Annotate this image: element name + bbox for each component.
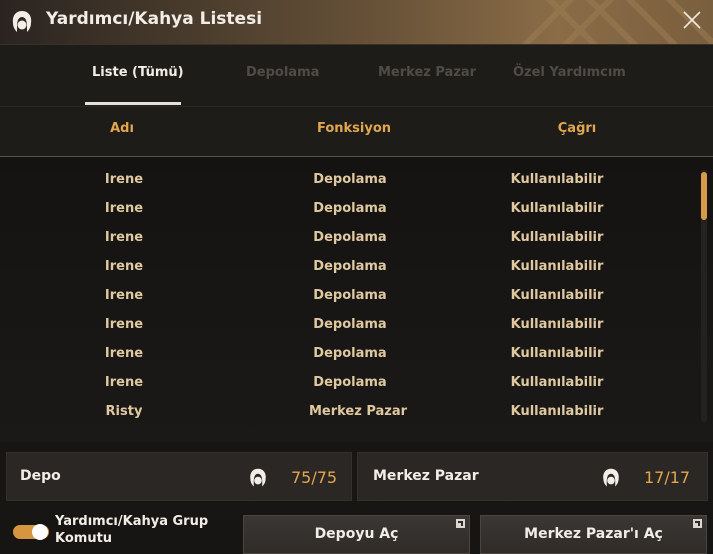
close-icon[interactable] (680, 8, 704, 32)
depo-summary-panel: Depo 75/75 (6, 452, 352, 501)
list-row[interactable]: Irene Depolama Kullanılabilir (0, 195, 695, 224)
maid-icon (250, 468, 266, 487)
row-name: Irene (104, 259, 144, 274)
row-function: Depolama (313, 346, 387, 361)
row-call-status: Kullanılabilir (510, 259, 604, 274)
list-row[interactable]: Risty Merkez Pazar Kullanılabilir (0, 398, 695, 427)
row-name: Irene (104, 172, 144, 187)
row-function: Depolama (313, 201, 387, 216)
depo-used: 75 (291, 468, 312, 487)
row-call-status: Kullanılabilir (510, 172, 604, 187)
open-storage-button[interactable]: Depoyu Aç (243, 515, 470, 554)
maid-icon (603, 468, 619, 487)
tab-my-special-helper[interactable]: Özel Yardımcım (513, 65, 626, 80)
column-function-header: Fonksiyon (316, 121, 392, 136)
tab-storage[interactable]: Depolama (246, 65, 319, 80)
window-title: Yardımcı/Kahya Listesi (46, 9, 263, 29)
depo-total: 75 (316, 468, 338, 487)
scrollbar-thumb[interactable] (701, 172, 707, 220)
market-summary-panel: Merkez Pazar 17/17 (357, 452, 708, 501)
depo-label: Depo (20, 468, 61, 484)
row-call-status: Kullanılabilir (510, 201, 604, 216)
column-name-header: Adı (110, 121, 134, 136)
row-function: Merkez Pazar (308, 404, 408, 419)
column-header: Adı Fonksiyon Çağrı (0, 107, 713, 157)
row-function: Depolama (313, 317, 387, 332)
row-function: Depolama (313, 259, 387, 274)
row-function: Depolama (313, 288, 387, 303)
row-name: Irene (104, 317, 144, 332)
group-command-label: Yardımcı/Kahya Grup Komutu (55, 514, 209, 546)
row-function: Depolama (313, 172, 387, 187)
row-name: Irene (104, 288, 144, 303)
row-name: Irene (104, 375, 144, 390)
maid-list: Irene Depolama Kullanılabilir Irene Depo… (0, 157, 713, 442)
maid-icon (12, 11, 32, 32)
list-row[interactable]: Irene Depolama Kullanılabilir (0, 253, 695, 282)
depo-count: 75/75 (291, 468, 338, 487)
row-name: Irene (104, 230, 144, 245)
list-row[interactable]: Irene Depolama Kullanılabilir (0, 282, 695, 311)
open-market-button[interactable]: Merkez Pazar'ı Aç (480, 515, 707, 554)
list-row[interactable]: Irene Depolama Kullanılabilir (0, 311, 695, 340)
list-row[interactable]: Irene Depolama Kullanılabilir (0, 340, 695, 369)
market-count: 17/17 (644, 468, 691, 487)
row-call-status: Kullanılabilir (510, 404, 604, 419)
row-call-status: Kullanılabilir (510, 375, 604, 390)
title-bar[interactable]: Yardımcı/Kahya Listesi (0, 0, 713, 45)
external-window-icon (456, 519, 465, 528)
row-call-status: Kullanılabilir (510, 346, 604, 361)
tab-central-market[interactable]: Merkez Pazar (378, 65, 476, 80)
tab-bar: Liste (Tümü) Depolama Merkez Pazar Özel … (0, 45, 713, 107)
tab-list-all[interactable]: Liste (Tümü) (92, 65, 184, 80)
row-function: Depolama (313, 230, 387, 245)
row-call-status: Kullanılabilir (510, 230, 604, 245)
active-tab-indicator (85, 102, 181, 105)
open-market-label: Merkez Pazar'ı Aç (524, 526, 663, 542)
row-name: Irene (104, 201, 144, 216)
list-row[interactable]: Irene Depolama Kullanılabilir (0, 166, 695, 195)
row-function: Depolama (313, 375, 387, 390)
list-row[interactable]: Irene Depolama Kullanılabilir (0, 224, 695, 253)
market-label: Merkez Pazar (373, 468, 479, 484)
market-total: 17 (669, 468, 691, 487)
column-call-header: Çağrı (557, 121, 597, 136)
open-storage-label: Depoyu Aç (314, 526, 399, 542)
row-name: Irene (104, 346, 144, 361)
external-window-icon (693, 519, 702, 528)
maid-list-window: Yardımcı/Kahya Listesi Liste (Tümü) Depo… (0, 0, 713, 554)
market-used: 17 (644, 468, 665, 487)
row-call-status: Kullanılabilir (510, 317, 604, 332)
group-command-toggle[interactable] (13, 524, 49, 540)
list-row[interactable]: Irene Depolama Kullanılabilir (0, 369, 695, 398)
row-call-status: Kullanılabilir (510, 288, 604, 303)
toggle-knob (32, 524, 48, 540)
row-name: Risty (105, 404, 143, 419)
